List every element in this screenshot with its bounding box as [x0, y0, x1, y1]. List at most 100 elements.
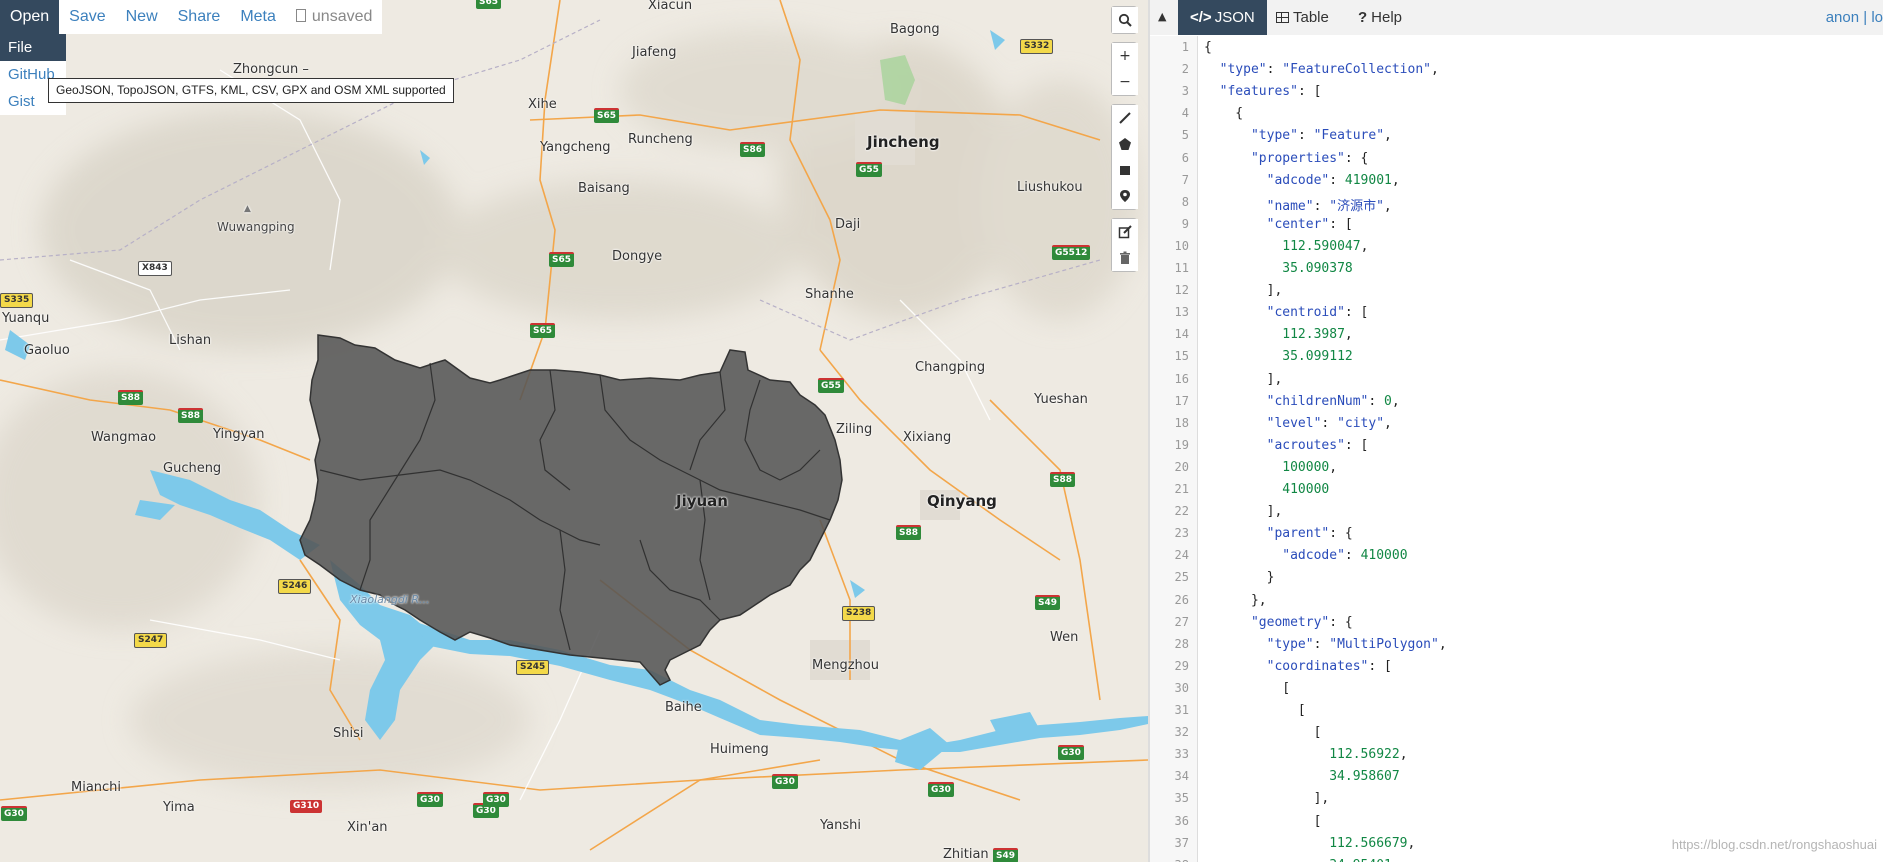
open-menu-button[interactable]: Open	[0, 0, 60, 34]
code-line[interactable]: "centroid": [	[1204, 305, 1369, 320]
road-shield: S88	[1050, 472, 1076, 487]
code-line[interactable]: "childrenNum": 0,	[1204, 394, 1400, 409]
code-line[interactable]: 100000,	[1204, 460, 1337, 475]
delete-icon[interactable]	[1112, 245, 1138, 271]
code-line[interactable]: }	[1204, 570, 1275, 585]
code-line[interactable]: 112.56922,	[1204, 747, 1407, 762]
place-label: Yima	[163, 800, 195, 815]
place-label: Yingyan	[213, 427, 265, 442]
road-shield: G30	[483, 792, 509, 807]
draw-line-icon[interactable]	[1112, 105, 1138, 131]
code-line[interactable]: "type": "Feature",	[1204, 128, 1392, 143]
code-line[interactable]: },	[1204, 593, 1267, 608]
code-line[interactable]: "name": "济源市",	[1204, 195, 1392, 214]
place-label: Runcheng	[628, 132, 693, 147]
place-label: Shisi	[333, 726, 364, 741]
code-line[interactable]: 410000	[1204, 482, 1329, 497]
meta-button[interactable]: Meta	[230, 0, 286, 34]
draw-marker-icon[interactable]	[1112, 183, 1138, 209]
road-shield: G55	[818, 378, 844, 393]
line-number: 27	[1174, 614, 1189, 629]
right-panel: ▲ </> JSON Table ? Help anon | lo 12345678…	[1150, 0, 1883, 862]
code-line[interactable]: {	[1204, 40, 1212, 55]
peak-icon: ▲	[244, 204, 251, 214]
line-number: 19	[1174, 437, 1189, 452]
code-line[interactable]: "type": "MultiPolygon",	[1204, 637, 1447, 652]
road-shield: G30	[928, 782, 954, 797]
road-shield: S246	[278, 579, 312, 594]
line-number: 16	[1174, 371, 1189, 386]
place-label: Qinyang	[927, 492, 997, 510]
code-line[interactable]: "adcode": 410000	[1204, 548, 1407, 563]
line-number-gutter: 1 2 3 4 5 6 7 8 9 10 11 12 13 14 15 16 17 18 19 20 21 22 23 24 2…	[1150, 36, 1198, 862]
code-line[interactable]: "coordinates": [	[1204, 659, 1392, 674]
code-line[interactable]: 35.090378	[1204, 261, 1352, 276]
menu-item-file[interactable]: File	[0, 34, 66, 61]
code-line[interactable]: 35.099112	[1204, 349, 1352, 364]
code-line[interactable]: "properties": {	[1204, 151, 1368, 166]
line-number: 22	[1174, 504, 1189, 519]
line-number: 3	[1181, 84, 1189, 99]
code-line[interactable]: "acroutes": [	[1204, 438, 1369, 453]
jiyuan-polygon-layer[interactable]	[0, 0, 1148, 862]
line-number: 30	[1174, 680, 1189, 695]
code-line[interactable]: 112.566679,	[1204, 836, 1415, 851]
code-line[interactable]: {	[1204, 106, 1243, 121]
code-line[interactable]: "type": "FeatureCollection",	[1204, 62, 1439, 77]
new-button[interactable]: New	[116, 0, 168, 34]
watermark: https://blog.csdn.net/rongshaoshuai	[1671, 837, 1877, 852]
search-icon[interactable]	[1112, 7, 1138, 33]
code-line[interactable]: [	[1204, 725, 1322, 740]
code-line[interactable]: "level": "city",	[1204, 416, 1392, 431]
place-label: Wen	[1050, 630, 1079, 645]
code-line[interactable]: 34.958607	[1204, 769, 1399, 784]
place-label: Daji	[835, 217, 861, 232]
edit-icon[interactable]	[1112, 219, 1138, 245]
zoom-in-button[interactable]: +	[1112, 43, 1138, 69]
code-line[interactable]: "adcode": 419001,	[1204, 173, 1400, 188]
draw-polygon-icon[interactable]	[1112, 131, 1138, 157]
collapse-arrow-icon[interactable]: ▲	[1158, 10, 1166, 23]
code-line[interactable]: [	[1204, 681, 1290, 696]
zoom-out-button[interactable]: −	[1112, 69, 1138, 95]
code-line[interactable]: ],	[1204, 372, 1283, 387]
road-shield: X843	[138, 261, 172, 276]
place-label: Xin'an	[347, 820, 388, 835]
user-login-link[interactable]: anon | lo	[1826, 0, 1883, 35]
save-button[interactable]: Save	[59, 0, 115, 34]
code-line[interactable]: 112.590047,	[1204, 239, 1368, 254]
table-icon	[1276, 12, 1289, 23]
code-line[interactable]: "features": [	[1204, 84, 1322, 99]
line-number: 9	[1181, 216, 1189, 231]
tab-table[interactable]: Table	[1264, 0, 1341, 35]
code-line[interactable]: "parent": {	[1204, 526, 1353, 541]
code-line[interactable]: ],	[1204, 791, 1330, 806]
map-view[interactable]: Xiacun Bagong Jiafeng Zhongcun – Xihe Runchen…	[0, 0, 1148, 862]
line-number: 25	[1174, 570, 1189, 585]
road-shield: S49	[993, 848, 1019, 862]
road-shield: S65	[476, 0, 502, 9]
code-line[interactable]: 112.3987,	[1204, 327, 1352, 342]
code-line[interactable]: "center": [	[1204, 217, 1353, 232]
line-number: 13	[1174, 305, 1189, 320]
line-number: 31	[1174, 703, 1189, 717]
top-menu-bar: Open Save New Share Meta unsaved	[0, 0, 383, 34]
draw-rectangle-icon[interactable]	[1112, 157, 1138, 183]
code-line[interactable]: "geometry": {	[1204, 615, 1353, 630]
road-shield: S335	[0, 293, 34, 308]
code-line[interactable]: ],	[1204, 504, 1283, 519]
share-button[interactable]: Share	[168, 0, 231, 34]
json-editor[interactable]: 1 2 3 4 5 6 7 8 9 10 11 12 13 14 15 16 17 18 19 20 21 22 23 24 2…	[1150, 36, 1883, 862]
line-number: 1	[1181, 40, 1189, 54]
code-line[interactable]: [	[1204, 703, 1306, 718]
road-shield: G5512	[1052, 245, 1091, 260]
tab-help[interactable]: ? Help	[1346, 0, 1414, 35]
place-label: Ziling	[836, 422, 873, 437]
code-line[interactable]: ],	[1204, 283, 1283, 298]
code-line[interactable]: 34.95401	[1204, 858, 1392, 862]
tab-table-label: Table	[1293, 9, 1329, 26]
jiyuan-polygon[interactable]	[299, 334, 843, 686]
code-line[interactable]: [	[1204, 814, 1322, 829]
tab-json[interactable]: </> JSON	[1178, 0, 1267, 35]
place-label: Xiaolangdi R...	[350, 593, 430, 606]
